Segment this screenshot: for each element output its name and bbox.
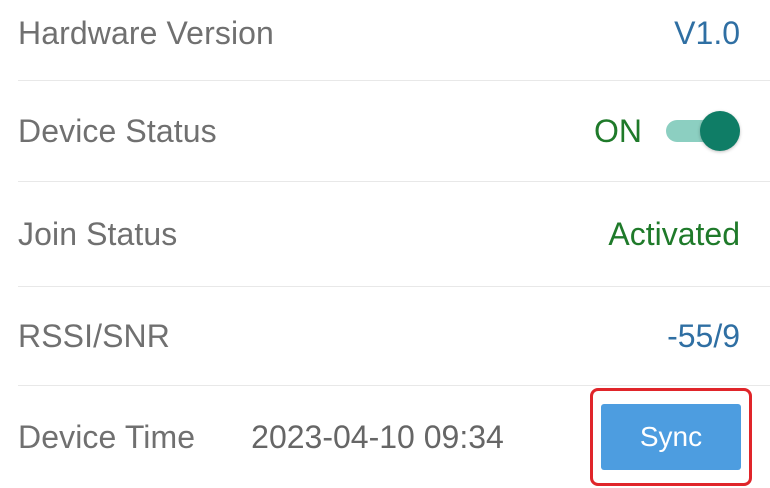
device-status-value: ON — [594, 112, 642, 149]
sync-highlight-box: Sync — [590, 388, 752, 486]
hardware-version-row: Hardware Version V1.0 — [0, 0, 770, 66]
join-status-label: Join Status — [18, 215, 178, 252]
sync-button[interactable]: Sync — [601, 404, 741, 470]
hardware-version-label: Hardware Version — [18, 14, 274, 51]
device-status-controls: ON — [594, 111, 740, 151]
device-time-info: Device Time 2023-04-10 09:34 — [18, 419, 504, 456]
device-time-value: 2023-04-10 09:34 — [251, 418, 504, 455]
hardware-version-value: V1.0 — [674, 14, 740, 51]
rssi-snr-row: RSSI/SNR -55/9 — [0, 287, 770, 385]
device-time-row: Device Time 2023-04-10 09:34 Sync — [0, 386, 770, 488]
join-status-value: Activated — [608, 215, 740, 252]
rssi-snr-value: -55/9 — [667, 317, 740, 354]
device-settings-screen: Hardware Version V1.0 Device Status ON J… — [0, 0, 770, 488]
device-status-toggle[interactable] — [666, 111, 740, 151]
toggle-knob — [700, 111, 740, 151]
rssi-snr-label: RSSI/SNR — [18, 317, 170, 354]
device-status-label: Device Status — [18, 112, 217, 149]
join-status-row: Join Status Activated — [0, 182, 770, 286]
device-status-row: Device Status ON — [0, 81, 770, 181]
device-time-label: Device Time — [18, 418, 196, 455]
